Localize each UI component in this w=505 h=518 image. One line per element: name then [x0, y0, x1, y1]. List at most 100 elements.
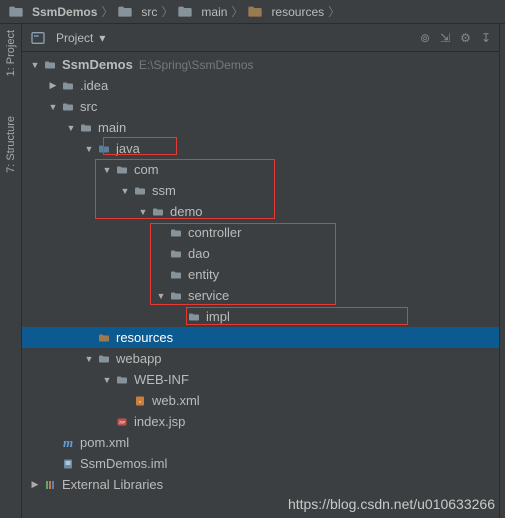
tree-node-java[interactable]: ▼java [22, 138, 499, 159]
tree-node-label: .idea [80, 78, 108, 93]
folder-src-icon [96, 143, 112, 155]
tree-node-label: SsmDemos.iml [80, 456, 167, 471]
tab-label: 7: Structure [5, 116, 17, 173]
folder-icon [8, 4, 24, 20]
tree-node-indexjsp[interactable]: ▶JSPindex.jsp [22, 411, 499, 432]
chevron-down-icon: ▾ [99, 31, 105, 45]
tree-node-webinf[interactable]: ▼WEB-INF [22, 369, 499, 390]
iml-icon [60, 458, 76, 470]
breadcrumb-item[interactable]: main [177, 4, 227, 20]
project-icon [30, 30, 46, 46]
breadcrumb-item[interactable]: SsmDemos [8, 4, 97, 20]
tree-node-label: SsmDemos [62, 57, 133, 72]
tree-node-label: webapp [116, 351, 162, 366]
expand-arrow-right-icon[interactable]: ▶ [30, 479, 40, 490]
folder-icon [168, 227, 184, 239]
project-tool-window: Project ▾ ⊚ ⇲ ⚙ ↧ ▼SsmDemosE:\Spring\Ssm… [22, 24, 499, 518]
tab-project[interactable]: 1: Project [5, 30, 17, 76]
folder-icon [186, 311, 202, 323]
hide-icon[interactable]: ↧ [481, 31, 491, 45]
folder-icon [114, 374, 130, 386]
expand-arrow-down-icon[interactable]: ▼ [30, 60, 40, 70]
svg-text:JSP: JSP [119, 420, 126, 424]
breadcrumb-label: src [141, 5, 157, 19]
tree-node-pom[interactable]: ▶mpom.xml [22, 432, 499, 453]
folder-icon [168, 269, 184, 281]
folder-icon [60, 80, 76, 92]
tree-node-label: controller [188, 225, 241, 240]
lib-icon [42, 479, 58, 491]
expand-arrow-down-icon[interactable]: ▼ [102, 375, 112, 385]
expand-arrow-down-icon[interactable]: ▼ [120, 186, 130, 196]
settings-icon[interactable]: ⚙ [460, 31, 471, 45]
chevron-right-icon: 〉 [328, 3, 340, 20]
folder-icon [150, 206, 166, 218]
breadcrumb-item[interactable]: resources [247, 4, 324, 20]
panel-title: Project [56, 31, 93, 45]
tree-node-controller[interactable]: ▶controller [22, 222, 499, 243]
tree-node-iml[interactable]: ▶SsmDemos.iml [22, 453, 499, 474]
folder-icon [168, 248, 184, 260]
tree-node-webapp[interactable]: ▼ webapp [22, 348, 499, 369]
maven-icon: m [60, 435, 76, 451]
expand-arrow-down-icon[interactable]: ▼ [84, 354, 94, 364]
tree-node-label: pom.xml [80, 435, 129, 450]
tree-node-webxml[interactable]: ▶xweb.xml [22, 390, 499, 411]
tree-node-idea[interactable]: ▶ .idea [22, 75, 499, 96]
tree-node-main[interactable]: ▼ main [22, 117, 499, 138]
tree-node-label: service [188, 288, 229, 303]
expand-arrow-down-icon[interactable]: ▼ [66, 123, 76, 133]
expand-arrow-down-icon[interactable]: ▼ [138, 207, 148, 217]
breadcrumb: SsmDemos 〉 src 〉 main 〉 resources 〉 [0, 0, 505, 24]
chevron-right-icon: 〉 [161, 3, 173, 20]
svg-text:x: x [139, 399, 141, 404]
tree-node-label: ssm [152, 183, 176, 198]
tree-node-impl[interactable]: ▶impl [22, 306, 499, 327]
project-tree[interactable]: ▼SsmDemosE:\Spring\SsmDemos▶.idea▼src▼ma… [22, 52, 499, 518]
tree-node-ssmdemos[interactable]: ▼SsmDemosE:\Spring\SsmDemos [22, 54, 499, 75]
gutter [499, 24, 505, 518]
tree-node-label: main [98, 120, 126, 135]
tree-node-service[interactable]: ▼ service [22, 285, 499, 306]
tree-node-demo[interactable]: ▼demo [22, 201, 499, 222]
tab-structure[interactable]: 7: Structure [5, 116, 17, 173]
tree-node-dao[interactable]: ▶dao [22, 243, 499, 264]
tree-node-label: impl [206, 309, 230, 324]
tree-node-label: dao [188, 246, 210, 261]
chevron-right-icon: 〉 [231, 3, 243, 20]
tree-node-src[interactable]: ▼ src [22, 96, 499, 117]
folder-res-icon [96, 332, 112, 344]
expand-arrow-down-icon[interactable]: ▼ [156, 291, 166, 301]
resources-folder-icon [247, 4, 263, 20]
expand-arrow-down-icon[interactable]: ▼ [84, 144, 94, 154]
folder-icon [168, 290, 184, 302]
expand-arrow-right-icon[interactable]: ▶ [48, 80, 58, 91]
project-view-selector[interactable]: Project ▾ [30, 30, 105, 46]
tree-node-label: resources [116, 330, 173, 345]
collapse-icon[interactable]: ⇲ [440, 31, 450, 45]
chevron-right-icon: 〉 [101, 3, 113, 20]
tree-node-label: com [134, 162, 159, 177]
panel-header: Project ▾ ⊚ ⇲ ⚙ ↧ [22, 24, 499, 52]
tree-node-external-libs[interactable]: ▶ External Libraries [22, 474, 499, 495]
jsp-icon: JSP [114, 416, 130, 428]
tool-window-tabs: 1: Project 7: Structure [0, 24, 22, 518]
breadcrumb-item[interactable]: src [117, 4, 157, 20]
tree-node-label: index.jsp [134, 414, 185, 429]
tree-node-label: External Libraries [62, 477, 163, 492]
expand-arrow-down-icon[interactable]: ▼ [48, 102, 58, 112]
folder-icon [114, 164, 130, 176]
breadcrumb-label: main [201, 5, 227, 19]
expand-arrow-down-icon[interactable]: ▼ [102, 165, 112, 175]
breadcrumb-label: SsmDemos [32, 5, 97, 19]
tree-node-ssm[interactable]: ▼ ssm [22, 180, 499, 201]
folder-icon [96, 353, 112, 365]
tree-node-resources[interactable]: ▶resources [22, 327, 499, 348]
locate-icon[interactable]: ⊚ [420, 31, 430, 45]
folder-icon [60, 101, 76, 113]
folder-icon [177, 4, 193, 20]
tree-node-com[interactable]: ▼ com [22, 159, 499, 180]
folder-icon [42, 59, 58, 71]
tree-node-label: src [80, 99, 97, 114]
tree-node-entity[interactable]: ▶entity [22, 264, 499, 285]
